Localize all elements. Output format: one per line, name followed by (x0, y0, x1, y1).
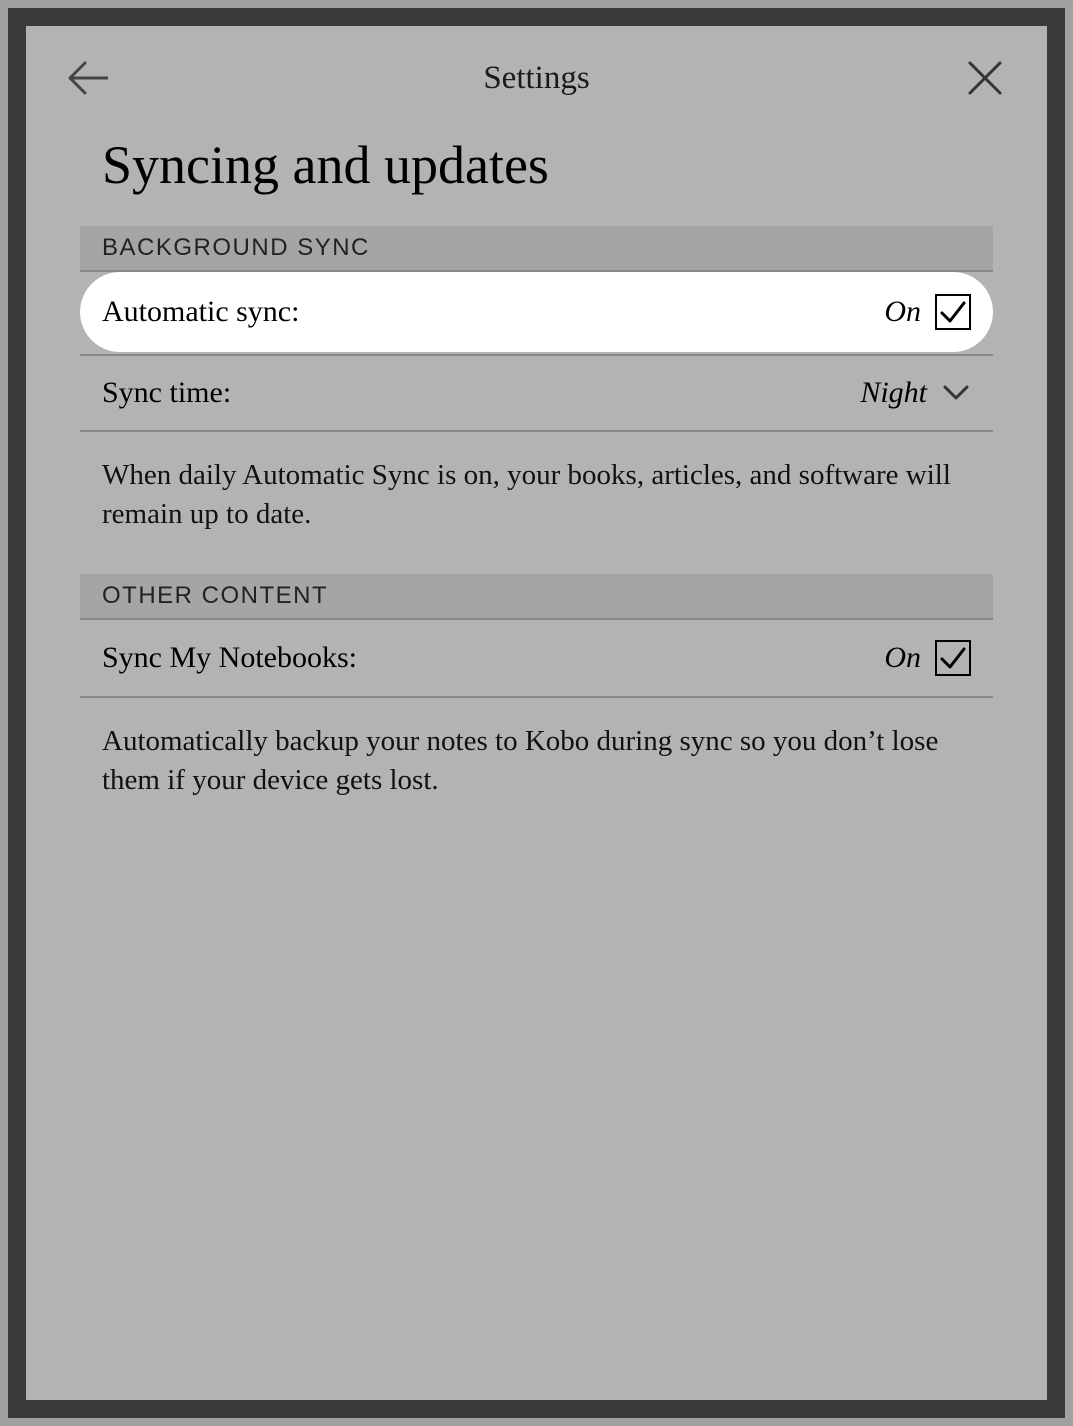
close-button[interactable] (963, 56, 1007, 100)
back-button[interactable] (66, 56, 110, 100)
header: Settings (26, 26, 1047, 120)
automatic-sync-checkbox[interactable] (935, 294, 971, 330)
screen: Settings Syncing and updates BACKGROUND … (26, 26, 1047, 1400)
setting-sync-notebooks[interactable]: Sync My Notebooks: On (80, 620, 993, 698)
page-title: Syncing and updates (26, 120, 1047, 226)
sync-time-value: Night (860, 376, 927, 410)
setting-automatic-sync[interactable]: Automatic sync: On (80, 272, 993, 352)
checkmark-icon (939, 644, 967, 672)
sync-notebooks-value: On (884, 641, 921, 675)
setting-sync-time[interactable]: Sync time: Night (80, 356, 993, 432)
automatic-sync-value: On (884, 295, 921, 329)
sync-time-dropdown[interactable] (941, 378, 971, 408)
section-header-background-sync: BACKGROUND SYNC (80, 226, 993, 272)
close-icon (967, 60, 1003, 96)
chevron-down-icon (943, 385, 969, 401)
content-area: BACKGROUND SYNC Automatic sync: On (26, 226, 1047, 841)
section-header-other-content: OTHER CONTENT (80, 574, 993, 620)
header-title: Settings (483, 60, 589, 97)
checkmark-icon (939, 298, 967, 326)
sync-notebooks-checkbox[interactable] (935, 640, 971, 676)
other-content-description: Automatically backup your notes to Kobo … (80, 698, 993, 840)
sync-notebooks-label: Sync My Notebooks: (102, 641, 357, 675)
back-arrow-icon (68, 61, 108, 95)
automatic-sync-value-group: On (884, 294, 971, 330)
background-sync-description: When daily Automatic Sync is on, your bo… (80, 432, 993, 574)
sync-time-label: Sync time: (102, 376, 231, 410)
sync-notebooks-value-group: On (884, 640, 971, 676)
automatic-sync-label: Automatic sync: (102, 295, 299, 329)
window-frame: Settings Syncing and updates BACKGROUND … (8, 8, 1065, 1418)
sync-time-value-group: Night (860, 376, 971, 410)
